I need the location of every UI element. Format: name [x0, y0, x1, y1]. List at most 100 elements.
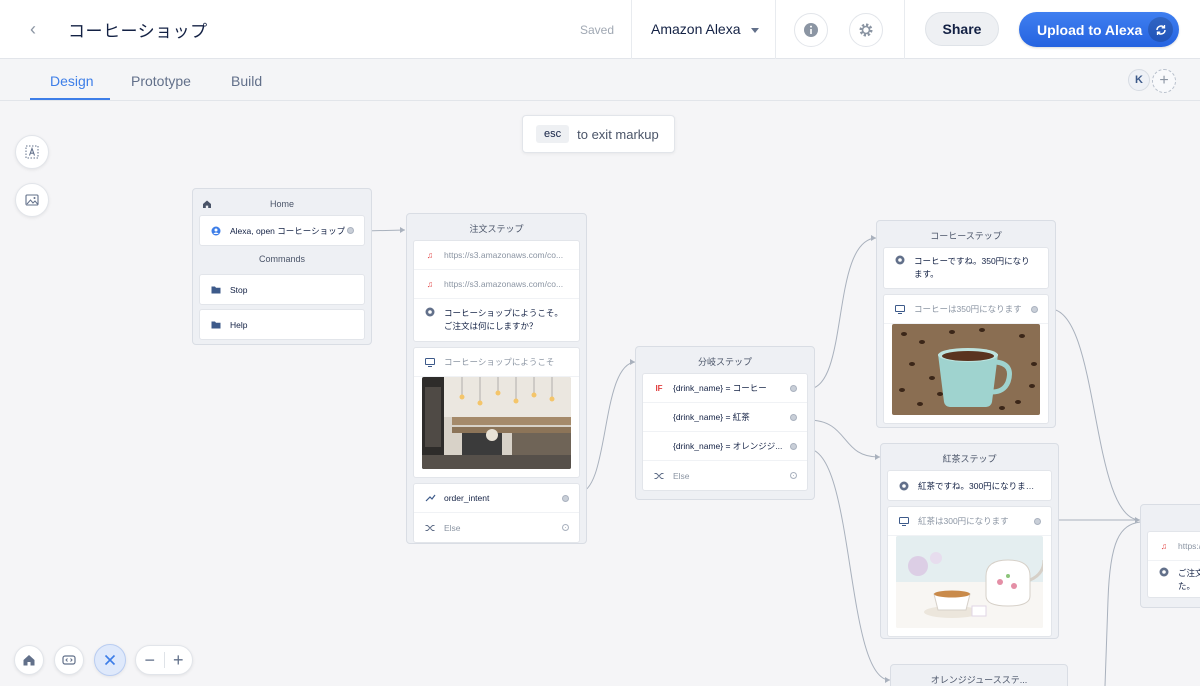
command-help[interactable]: Help	[199, 309, 365, 340]
upload-button[interactable]: Upload to Alexa	[1019, 12, 1179, 47]
saved-status: Saved	[580, 23, 615, 37]
shuffle-icon	[653, 472, 665, 480]
speak-row[interactable]: ご注文 た。	[1148, 561, 1200, 597]
speak-row[interactable]: コーヒーですね。350円になります。	[884, 248, 1048, 288]
card-title: コーヒーは350円になります	[914, 304, 1022, 314]
zoom-out-button[interactable]: −	[136, 646, 164, 674]
tea-step-block[interactable]: 紅茶ステップ 紅茶ですね。300円になります。 紅茶は300円になります	[880, 443, 1059, 639]
tab-design[interactable]: Design	[50, 73, 94, 89]
audio-row[interactable]: ♫ https://s3.amazonaws.com/co...	[414, 270, 579, 299]
block-title: コーヒーステップ	[930, 231, 1002, 241]
chevron-left-icon[interactable]: ‹	[22, 18, 44, 40]
zoom-in-button[interactable]: +	[165, 646, 193, 674]
project-title[interactable]: コーヒーショップ	[68, 17, 208, 42]
card-title: 紅茶は300円になります	[918, 516, 1009, 526]
speech-bubble-icon	[894, 255, 906, 265]
audio-row[interactable]: ♫ https:/	[1148, 532, 1200, 561]
card-row[interactable]: 紅茶は300円になります	[888, 507, 1051, 536]
active-tab-indicator	[30, 98, 110, 100]
output-port[interactable]	[1034, 517, 1041, 525]
add-collaborator-button[interactable]: +	[1152, 69, 1176, 93]
commands-title: Commands	[258, 254, 305, 264]
output-port[interactable]	[790, 472, 797, 479]
output-port[interactable]	[562, 524, 569, 531]
code-view-button[interactable]	[54, 645, 84, 675]
avatar[interactable]: K	[1128, 69, 1150, 91]
card-row[interactable]: コーヒーは350円になります	[884, 295, 1048, 324]
speak-text: コーヒーですね。350円になります。	[914, 256, 1030, 279]
next-step-block[interactable]: ♫ https:/ ご注文 た。	[1140, 504, 1200, 608]
output-port[interactable]	[562, 494, 569, 502]
output-port[interactable]	[347, 227, 354, 234]
orange-step-block[interactable]: オレンジジュースステ...	[890, 664, 1068, 686]
command-label: Stop	[230, 284, 248, 295]
start-label: Alexa, open コーヒーショップ	[230, 225, 346, 236]
tab-build[interactable]: Build	[231, 73, 262, 89]
block-title: Home	[269, 199, 294, 209]
audio-row[interactable]: ♫ https://s3.amazonaws.com/co...	[414, 241, 579, 270]
start-row[interactable]: Alexa, open コーヒーショップ	[200, 216, 364, 245]
coffee-cup-image	[892, 324, 1040, 415]
block-title: 注文ステップ	[469, 224, 524, 234]
home-block[interactable]: Home Alexa, open コーヒーショップ Commands Stop …	[192, 188, 372, 345]
markup-hint: esc to exit markup	[522, 115, 675, 153]
zoom-controls: − +	[135, 645, 193, 675]
coffee-step-block[interactable]: コーヒーステップ コーヒーですね。350円になります。 コーヒーは350円になり…	[876, 220, 1056, 428]
speak-step[interactable]: ♫ https://s3.amazonaws.com/co... ♫ https…	[413, 240, 580, 342]
block-title: オレンジジュースステ...	[930, 675, 1028, 685]
branch-step-block[interactable]: 分岐ステップ IF {drink_name} = コーヒー {drink_nam…	[635, 346, 815, 500]
markup-hint-text: to exit markup	[577, 126, 659, 142]
tea-set-image	[896, 536, 1043, 628]
speak-step[interactable]: 紅茶ですね。300円になります。	[887, 470, 1052, 501]
markup-mode-button[interactable]	[94, 644, 126, 676]
audio-url: https://s3.amazonaws.com/co...	[444, 279, 564, 289]
speak-row[interactable]: コーヒーショップにようこそ。ご注文は何にしますか？	[414, 299, 579, 341]
card-step[interactable]: 紅茶は300円になります	[887, 506, 1052, 637]
condition-row[interactable]: IF {drink_name} = コーヒー	[643, 374, 807, 403]
card-step[interactable]: コーヒーショップにようこそ	[413, 347, 580, 478]
music-note-icon: ♫	[426, 250, 434, 260]
share-button[interactable]: Share	[925, 12, 999, 46]
monitor-icon	[424, 357, 436, 367]
speak-step[interactable]: ♫ https:/ ご注文 た。	[1147, 531, 1200, 598]
condition-row[interactable]: {drink_name} = 紅茶	[643, 403, 807, 432]
output-port[interactable]	[1031, 305, 1038, 313]
card-row[interactable]: コーヒーショップにようこそ	[414, 348, 579, 377]
text-markup-button[interactable]	[15, 135, 49, 169]
link-coffee-next	[1049, 308, 1141, 521]
speak-step[interactable]: コーヒーですね。350円になります。	[883, 247, 1049, 289]
block-title: 紅茶ステップ	[942, 454, 997, 464]
home-button[interactable]	[14, 645, 44, 675]
image-markup-button[interactable]	[15, 183, 49, 217]
card-step[interactable]: コーヒーは350円になります	[883, 294, 1049, 424]
intent-step[interactable]: order_intent Else	[413, 483, 580, 543]
divider	[775, 0, 776, 59]
intent-row[interactable]: order_intent	[414, 484, 579, 513]
monitor-icon	[898, 516, 910, 526]
audio-url: https:/	[1178, 541, 1200, 551]
text-icon	[25, 145, 39, 159]
condition-step[interactable]: IF {drink_name} = コーヒー {drink_name} = 紅茶…	[642, 373, 808, 491]
settings-button[interactable]	[849, 13, 883, 47]
output-port[interactable]	[790, 413, 797, 421]
folder-icon	[210, 320, 222, 329]
home-icon	[23, 655, 35, 666]
tab-prototype[interactable]: Prototype	[131, 73, 191, 89]
info-button[interactable]	[794, 13, 828, 47]
output-port[interactable]	[790, 442, 797, 450]
caret-down-icon	[750, 27, 759, 33]
order-step-block[interactable]: 注文ステップ ♫ https://s3.amazonaws.com/co... …	[406, 213, 587, 544]
info-icon	[804, 23, 818, 37]
else-row[interactable]: Else	[414, 513, 579, 542]
command-stop[interactable]: Stop	[199, 274, 365, 305]
else-row[interactable]: Else	[643, 461, 807, 490]
home-icon	[203, 200, 211, 208]
start-step[interactable]: Alexa, open コーヒーショップ	[199, 215, 365, 246]
link-coffee	[807, 237, 877, 390]
speak-row[interactable]: 紅茶ですね。300円になります。	[888, 471, 1051, 500]
platform-dropdown[interactable]: Amazon Alexa	[651, 21, 759, 37]
output-port[interactable]	[790, 384, 797, 392]
condition-row[interactable]: {drink_name} = オレンジジ...	[643, 432, 807, 461]
sync-icon	[1148, 17, 1173, 42]
command-label: Help	[230, 319, 248, 330]
